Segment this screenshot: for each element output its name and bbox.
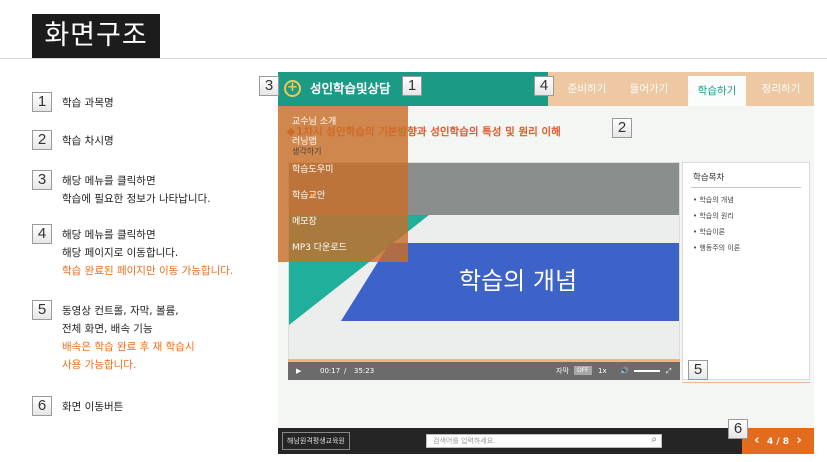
legend-badge-5: 5	[32, 300, 52, 320]
callout-1: 1	[402, 76, 422, 96]
legend-badge-6: 6	[32, 396, 52, 416]
subtitle-toggle[interactable]: OFF	[574, 366, 592, 375]
legend-badge-1: 1	[32, 92, 52, 112]
legend-highlight: 학습 완료된 페이지만 이동 가능합니다.	[62, 265, 234, 277]
play-icon[interactable]: ▶	[296, 364, 301, 378]
toc-item[interactable]: • 학습의 원리	[693, 211, 734, 221]
page-navigator: ‹ 4 / 8 ›	[742, 428, 814, 454]
callout-4: 4	[534, 76, 554, 96]
legend-badge-3: 3	[32, 170, 52, 190]
search-placeholder: 검색어를 입력하세요.	[433, 437, 496, 445]
volume-slider[interactable]	[634, 370, 660, 372]
toc-panel: 학습목차 • 학습의 개념 • 학습의 원리 • 학습이론 • 행동주의 이론	[682, 162, 810, 380]
legend-highlight: 사용 가능합니다.	[62, 359, 137, 371]
search-icon[interactable]: ⌕	[651, 434, 657, 446]
legend: 1 학습 과목명 2 학습 차시명 3 해당 메뉴를 클릭하면 학습에 필요한 …	[0, 0, 270, 462]
tab-learn[interactable]: 학습하기	[688, 76, 746, 106]
toc-item[interactable]: • 학습의 개념	[693, 195, 734, 205]
menu-sub-label: 생각하기	[292, 147, 322, 156]
legend-text: 해당 메뉴를 클릭하면	[62, 229, 156, 241]
legend-highlight: 배속은 학습 완료 후 재 학습시	[62, 341, 195, 353]
legend-text: 전체 화면, 배속 기능	[62, 323, 153, 335]
legend-text: 학습 차시명	[62, 135, 114, 147]
callout-3: 3	[259, 76, 279, 96]
toc-title: 학습목차	[693, 173, 725, 183]
controls-highlight-line	[682, 382, 810, 383]
legend-text: 학습 과목명	[62, 97, 114, 109]
menu-item-mp3[interactable]: MP3 다운로드	[292, 240, 347, 253]
legend-text: 해당 메뉴를 클릭하면	[62, 175, 156, 187]
callout-2: 2	[612, 118, 632, 138]
page-indicator: 4 / 8	[766, 437, 790, 447]
legend-badge-4: 4	[32, 224, 52, 244]
toc-divider	[691, 187, 801, 188]
institution-logo: 해남원격평생교육원	[282, 432, 350, 450]
step-tabs: 준비하기 들어가기 학습하기 정리하기	[548, 72, 814, 106]
plus-icon[interactable]: +	[284, 80, 301, 97]
callout-6: 6	[728, 419, 748, 439]
legend-badge-2: 2	[32, 130, 52, 150]
legend-text: 화면 이동버튼	[62, 401, 124, 413]
speed-button[interactable]: 1x	[598, 364, 607, 378]
menu-item-helper[interactable]: 학습도우미	[292, 162, 333, 175]
video-controls: ▶ 00:17 / 35:23 자막 OFF 1x 🔊 ⤢	[288, 362, 680, 380]
legend-text: 동영상 컨트롤, 자막, 볼륨,	[62, 305, 179, 317]
legend-text: 해당 페이지로 이동합니다.	[62, 247, 179, 259]
toc-item[interactable]: • 행동주의 이론	[693, 243, 740, 253]
video-title: 학습의 개념	[459, 267, 578, 295]
legend-text: 학습에 필요한 정보가 나타납니다.	[62, 193, 211, 205]
volume-icon[interactable]: 🔊	[620, 364, 629, 378]
tab-prepare[interactable]: 준비하기	[558, 72, 616, 106]
time-total: 35:23	[354, 367, 375, 375]
tab-summary[interactable]: 정리하기	[752, 72, 810, 106]
subtitle-label: 자막	[556, 367, 569, 375]
callout-5: 5	[688, 360, 708, 380]
lms-screen: + 성인학습및상담 준비하기 들어가기 학습하기 정리하기 1차시 성인학습의 …	[278, 72, 814, 454]
toc-item[interactable]: • 학습이론	[693, 227, 725, 237]
time-separator: /	[344, 367, 347, 375]
course-title: 성인학습및상담	[310, 81, 391, 96]
prev-page-icon[interactable]: ‹	[750, 428, 764, 454]
search-input[interactable]: 검색어를 입력하세요. ⌕	[426, 434, 662, 448]
time-current: 00:17	[320, 367, 341, 375]
next-page-icon[interactable]: ›	[792, 428, 806, 454]
menu-item-memo[interactable]: 메모장	[292, 214, 317, 227]
fullscreen-icon[interactable]: ⤢	[666, 364, 672, 378]
menu-item-professor[interactable]: 교수님 소개	[292, 114, 336, 127]
menu-item-material[interactable]: 학습교안	[292, 188, 325, 201]
tab-intro[interactable]: 들어가기	[620, 72, 678, 106]
info-menu: 교수님 소개 러닝맵 생각하기 학습도우미 학습교안 메모장 MP3 다운로드	[278, 106, 408, 262]
